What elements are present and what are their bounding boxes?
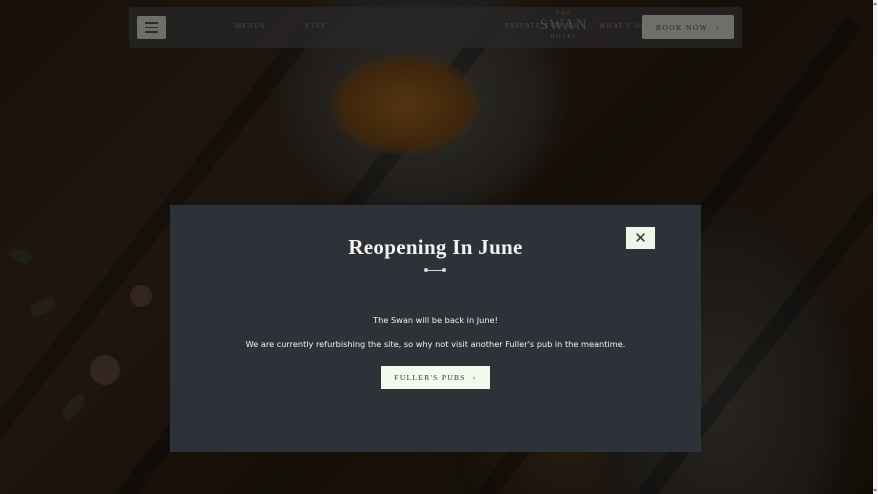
nav-link-private-events[interactable]: PRIVATE EVENTS [505, 22, 578, 30]
scroll-up-icon[interactable] [873, 2, 877, 5]
nav-link-menus[interactable]: MENUS [235, 22, 266, 30]
chevron-right-icon: › [716, 22, 721, 32]
reopening-modal: ✕ Reopening In June The Swan will be bac… [170, 205, 701, 452]
book-now-label: BOOK NOW [655, 22, 709, 32]
modal-message: The Swan will be back in June! [373, 315, 498, 325]
hamburger-menu-icon[interactable] [137, 16, 166, 39]
site-navbar: MENUS STAY THE SWAN HOTEL PRIVATE EVENTS… [129, 7, 742, 48]
nav-link-whats-on[interactable]: WHAT'S ON [599, 22, 647, 30]
decorative-divider [424, 268, 446, 272]
book-now-button[interactable]: BOOK NOW › [642, 15, 734, 39]
modal-title: Reopening In June [348, 235, 523, 259]
nav-link-stay[interactable]: STAY [305, 22, 327, 30]
fullers-pubs-button[interactable]: FULLER'S PUBS › [381, 366, 490, 389]
scroll-down-icon[interactable] [873, 489, 877, 492]
fullers-pubs-label: FULLER'S PUBS [394, 373, 466, 382]
page-scrollbar[interactable] [873, 0, 878, 494]
modal-message-detail: We are currently refurbishing the site, … [245, 339, 626, 349]
chevron-right-icon: › [472, 373, 477, 382]
